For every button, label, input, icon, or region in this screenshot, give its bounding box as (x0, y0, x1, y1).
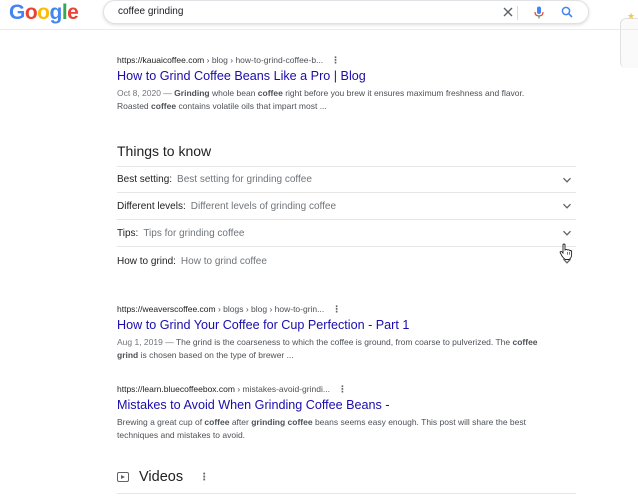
snippet-highlight: Grinding (174, 88, 210, 98)
ttk-item-tips[interactable]: Tips: Tips for grinding coffee (117, 220, 576, 247)
chevron-down-icon (563, 177, 571, 183)
side-panel-edge: ★ (620, 11, 638, 68)
snippet-highlight: coffee (257, 88, 283, 98)
header-divider (0, 29, 638, 30)
result-url[interactable]: https://kauaicoffee.com › blog › how-to-… (117, 55, 557, 66)
result-snippet: Aug 1, 2019 — The grind is the coarsenes… (117, 336, 557, 362)
things-to-know-heading: Things to know (117, 143, 212, 159)
search-input[interactable]: coffee grinding (103, 0, 589, 24)
microphone-icon[interactable] (531, 4, 547, 20)
result-domain: https://weaverscoffee.com (117, 304, 216, 314)
ttk-key: Different levels: (117, 200, 186, 212)
chevron-down-icon (563, 203, 571, 209)
result-domain: https://learn.bluecoffeebox.com (117, 384, 235, 394)
logo-letter: o (24, 1, 38, 24)
snippet-body: Brewing a great cup of coffee after grin… (117, 417, 527, 440)
result-title-link[interactable]: How to Grind Coffee Beans Like a Pro | B… (117, 69, 557, 83)
snippet-highlight: coffee (151, 101, 177, 111)
result-path: › blog › how-to-grind-coffee-b... (204, 55, 324, 65)
snippet-body: The grind is the coarseness to which the… (117, 337, 538, 360)
snippet-highlight: grinding coffee (251, 417, 313, 427)
search-result: https://learn.bluecoffeebox.com › mistak… (117, 384, 557, 442)
search-query-text[interactable]: coffee grinding (118, 6, 183, 17)
snippet-highlight: coffee (204, 417, 230, 427)
ttk-value: Tips for grinding coffee (143, 227, 245, 239)
ttk-item-how-to-grind[interactable]: How to grind: How to grind coffee (117, 248, 576, 275)
search-divider (517, 6, 518, 20)
ttk-item-different-levels[interactable]: Different levels: Different levels of gr… (117, 193, 576, 220)
search-icon[interactable] (559, 4, 575, 20)
result-snippet: Brewing a great cup of coffee after grin… (117, 416, 557, 442)
result-title-link[interactable]: How to Grind Your Coffee for Cup Perfect… (117, 318, 557, 332)
header-bar: Google coffee grinding ★ (0, 0, 638, 68)
logo-letter: o (37, 1, 50, 24)
ttk-key: Best setting: (117, 174, 173, 185)
search-result: https://kauaicoffee.com › blog › how-to-… (117, 55, 557, 113)
hand-cursor-icon (559, 243, 573, 260)
snippet-highlight: coffee grind (117, 337, 538, 360)
more-options-icon[interactable]: ⋮ (331, 55, 340, 66)
logo-letter: G (9, 1, 25, 24)
more-options-icon[interactable]: ⋮ (338, 384, 347, 395)
close-icon[interactable] (500, 4, 516, 20)
result-url[interactable]: https://learn.bluecoffeebox.com › mistak… (117, 384, 557, 395)
ttk-value: Different levels of grinding coffee (190, 200, 337, 212)
result-title-link[interactable]: Mistakes to Avoid When Grinding Coffee B… (117, 398, 557, 412)
ttk-key: Tips: (117, 227, 139, 239)
logo-letter: g (49, 1, 63, 24)
result-date: Aug 1, 2019 — (117, 337, 176, 347)
result-snippet: Oct 8, 2020 — Grinding whole bean coffee… (117, 87, 557, 113)
ttk-value: Best setting for grinding coffee (177, 174, 312, 185)
ttk-value: How to grind coffee (180, 256, 267, 267)
search-result: https://weaverscoffee.com › blogs › blog… (117, 304, 557, 362)
chevron-down-icon (563, 230, 571, 236)
logo-letter: e (67, 1, 79, 24)
video-icon (117, 472, 129, 482)
result-domain: https://kauaicoffee.com (117, 55, 205, 65)
result-path: › blogs › blog › how-to-grin... (215, 304, 325, 314)
more-options-icon[interactable]: ⋮ (199, 472, 209, 483)
videos-section-header: Videos ⋮ (117, 469, 209, 485)
result-date: Oct 8, 2020 — (117, 88, 175, 98)
ttk-key: How to grind: (117, 256, 176, 267)
snippet-body: Grinding whole bean coffee right before … (117, 88, 525, 111)
star-icon: ★ (627, 11, 636, 21)
result-path: › mistakes-avoid-grindi... (234, 384, 330, 394)
ttk-item-best-setting[interactable]: Best setting: Best setting for grinding … (117, 166, 576, 193)
more-options-icon[interactable]: ⋮ (332, 304, 341, 315)
section-divider (117, 493, 576, 494)
result-url[interactable]: https://weaverscoffee.com › blogs › blog… (117, 304, 557, 315)
google-logo[interactable]: Google (9, 1, 79, 25)
videos-heading: Videos (139, 469, 184, 485)
